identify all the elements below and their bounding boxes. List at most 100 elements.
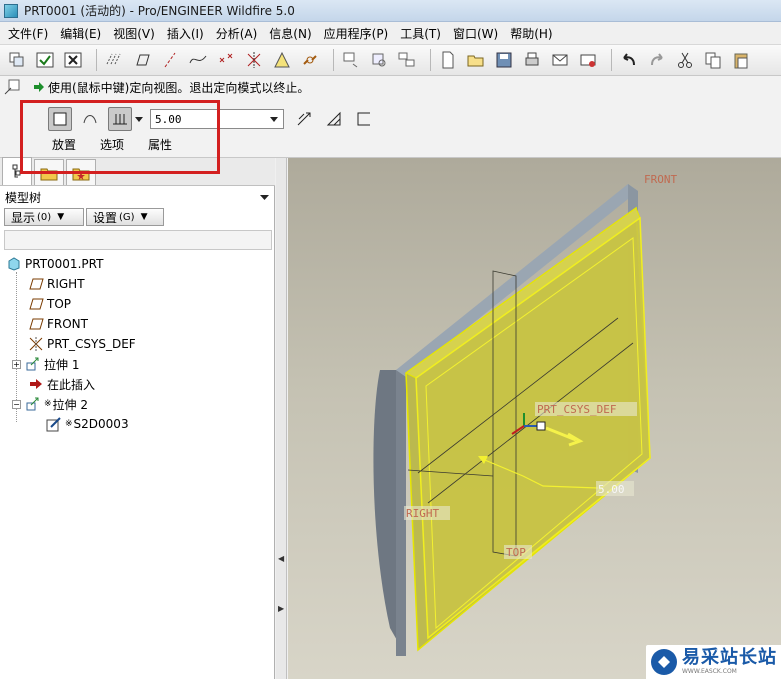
view-manager-icon[interactable] — [340, 49, 362, 71]
tree-filter-bar — [4, 230, 272, 250]
datum-plane-icon — [28, 276, 44, 292]
menu-analysis[interactable]: 分析(A) — [210, 25, 264, 42]
sketch-icon — [46, 416, 62, 432]
copy-icon[interactable] — [702, 49, 724, 71]
thicken-sketch-button[interactable] — [352, 107, 376, 131]
chevron-down-icon[interactable] — [260, 193, 269, 202]
message-line: 使用(鼠标中键)定向视图。退出定向模式以终止。 — [0, 76, 781, 98]
right-plane-label: RIGHT — [406, 507, 439, 520]
top-plane-label: TOP — [506, 546, 526, 559]
datum-plane-icon — [28, 296, 44, 312]
model-tree-buttons: 显示 (0) ▼ 设置 (G) ▼ — [4, 208, 166, 226]
open-file-icon[interactable] — [465, 49, 487, 71]
expand-right-icon[interactable]: ▶ — [278, 604, 284, 613]
collapse-left-icon[interactable]: ◀ — [278, 554, 284, 563]
tree-node-label: 拉伸 2 — [52, 397, 88, 412]
orient-mode-icon[interactable] — [3, 78, 21, 96]
site-logo-icon — [651, 649, 677, 675]
accept-icon[interactable] — [34, 49, 56, 71]
mail-attach-icon[interactable] — [577, 49, 599, 71]
datum-display-icon[interactable] — [103, 49, 125, 71]
menu-info[interactable]: 信息(N) — [263, 25, 317, 42]
flip-direction-button[interactable] — [292, 107, 316, 131]
tree-node-extrude-2[interactable]: − ※ 拉伸 2 — [0, 394, 275, 414]
cut-icon[interactable] — [674, 49, 696, 71]
menu-window[interactable]: 窗口(W) — [447, 25, 504, 42]
insert-here-icon — [28, 376, 44, 392]
drag-handle[interactable] — [536, 421, 546, 431]
toolbar-separator — [333, 49, 334, 71]
tree-node-label: 在此插入 — [47, 377, 96, 392]
remove-material-button[interactable] — [322, 107, 346, 131]
cancel-icon[interactable] — [62, 49, 84, 71]
graphics-window[interactable]: FRONT PRT_CSYS_DEF RIGHT TOP 5.00 易采站长站 … — [288, 158, 781, 679]
undo-icon[interactable] — [618, 49, 640, 71]
collapse-icon[interactable]: − — [12, 399, 21, 409]
tree-node-insert-here[interactable]: 在此插入 — [0, 374, 275, 394]
menu-tools[interactable]: 工具(T) — [394, 25, 447, 42]
menu-file[interactable]: 文件(F) — [2, 25, 54, 42]
show-button[interactable]: 显示 (0) ▼ — [4, 208, 84, 226]
new-feature-marker-icon: ※ — [65, 419, 73, 429]
tree-node-part[interactable]: PRT0001.PRT — [0, 254, 275, 274]
window-title: PRT0001 (活动的) - Pro/ENGINEER Wildfire 5.… — [24, 4, 295, 18]
paste-icon[interactable] — [730, 49, 752, 71]
chevron-down-icon[interactable] — [269, 114, 279, 124]
datum-curve-icon[interactable] — [187, 49, 209, 71]
datum-plane-icon — [28, 316, 44, 332]
print-icon[interactable] — [521, 49, 543, 71]
datum-plane-icon[interactable] — [131, 49, 153, 71]
expand-icon[interactable]: + — [12, 359, 21, 369]
navigator-panel: 模型树 显示 (0) ▼ 设置 (G) ▼ PRT0001.PRT RIGHT … — [0, 157, 275, 679]
saved-views-icon[interactable] — [396, 49, 418, 71]
chevron-down-icon: ▼ — [140, 212, 148, 222]
highlight-frame — [20, 100, 220, 174]
tree-node-csys[interactable]: PRT_CSYS_DEF — [0, 334, 275, 354]
model-graphic[interactable]: FRONT PRT_CSYS_DEF RIGHT TOP 5.00 — [288, 158, 781, 679]
menu-insert[interactable]: 插入(I) — [161, 25, 210, 42]
extrude-icon — [25, 356, 41, 372]
datum-point-icon[interactable] — [215, 49, 237, 71]
analysis-icon[interactable] — [271, 49, 293, 71]
tree-node-sketch[interactable]: ※ S2D0003 — [0, 414, 275, 434]
save-icon[interactable] — [493, 49, 515, 71]
title-bar: PRT0001 (活动的) - Pro/ENGINEER Wildfire 5.… — [0, 0, 781, 22]
panel-splitter[interactable]: ◀ ▶ — [276, 158, 287, 679]
menu-view[interactable]: 视图(V) — [107, 25, 161, 42]
toolbar-separator — [611, 49, 612, 71]
datum-axis-icon[interactable] — [159, 49, 181, 71]
menu-help[interactable]: 帮助(H) — [504, 25, 558, 42]
new-feature-marker-icon: ※ — [44, 399, 52, 409]
tree-node-label: S2D0003 — [73, 417, 129, 431]
tree-node-front[interactable]: FRONT — [0, 314, 275, 334]
settings-button[interactable]: 设置 (G) ▼ — [86, 208, 164, 226]
redo-icon[interactable] — [646, 49, 668, 71]
settings-button-key: (G) — [119, 211, 135, 223]
new-file-icon[interactable] — [437, 49, 459, 71]
message-text: 使用(鼠标中键)定向视图。退出定向模式以终止。 — [48, 80, 310, 95]
csys-label: PRT_CSYS_DEF — [537, 403, 616, 416]
layers-icon[interactable] — [6, 49, 28, 71]
chevron-down-icon: ▼ — [57, 212, 65, 222]
csys-tool-icon[interactable] — [243, 49, 265, 71]
chain-icon[interactable] — [299, 49, 321, 71]
settings-button-label: 设置 — [93, 210, 118, 225]
menu-applications[interactable]: 应用程序(P) — [318, 25, 395, 42]
tree-node-label: PRT_CSYS_DEF — [47, 337, 136, 351]
front-plane-label: FRONT — [644, 173, 677, 186]
tree-node-label: PRT0001.PRT — [25, 257, 104, 271]
csys-icon — [28, 336, 44, 352]
tree-node-extrude-1[interactable]: + 拉伸 1 — [0, 354, 275, 374]
toolbar-separator — [430, 49, 431, 71]
watermark-text: 易采站长站 — [682, 647, 777, 668]
tree-node-right[interactable]: RIGHT — [0, 274, 275, 294]
show-button-key: (0) — [37, 211, 52, 223]
model-tree-title: 模型树 — [5, 190, 42, 205]
orient-icon[interactable] — [368, 49, 390, 71]
dimension-value[interactable]: 5.00 — [598, 483, 625, 496]
menu-edit[interactable]: 编辑(E) — [54, 25, 107, 42]
tree-node-label: TOP — [47, 297, 72, 311]
send-mail-icon[interactable] — [549, 49, 571, 71]
message-arrow-icon — [34, 82, 44, 92]
tree-node-top[interactable]: TOP — [0, 294, 275, 314]
